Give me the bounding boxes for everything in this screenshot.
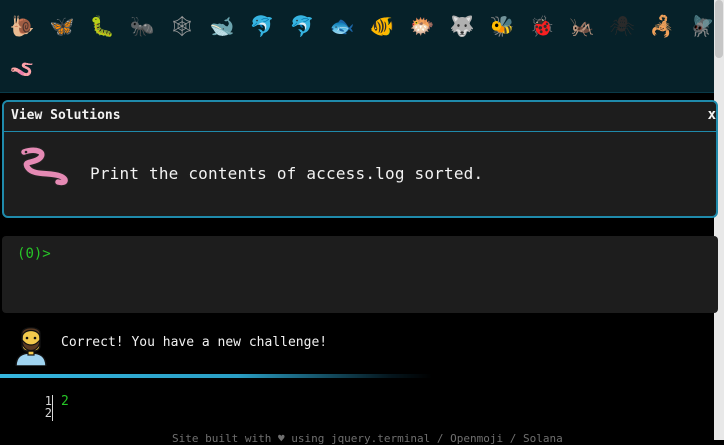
- spiderweb-icon[interactable]: 🕸: [164, 10, 200, 42]
- ladybug-icon[interactable]: 🐞: [524, 10, 560, 42]
- caterpillar-icon[interactable]: 🐛: [84, 10, 120, 42]
- tropical-fish-icon[interactable]: 🐠: [364, 10, 400, 42]
- vertical-scrollbar[interactable]: [714, 0, 724, 440]
- worm-icon: [20, 146, 69, 186]
- cricket-icon[interactable]: 🦗: [564, 10, 600, 42]
- blowfish-icon[interactable]: 🐡: [404, 10, 440, 42]
- solved-count: 0: [25, 246, 34, 262]
- bearded-man-icon: [15, 327, 47, 366]
- wolf-icon[interactable]: 🐺: [444, 10, 480, 42]
- scorpion-icon[interactable]: 🦂: [644, 10, 680, 42]
- site-footer: Site built with ♥ using jquery.terminal …: [172, 432, 563, 445]
- spider-icon[interactable]: 🕷: [604, 10, 640, 42]
- worm-icon[interactable]: 🪱: [4, 53, 40, 85]
- scrollbar-thumb[interactable]: [715, 0, 723, 58]
- editor-gutter-divider: [52, 395, 53, 421]
- terminal-prompt: (0)>: [17, 246, 51, 262]
- feedback-message: Correct! You have a new challenge!: [61, 335, 328, 350]
- close-button[interactable]: x: [708, 107, 716, 123]
- code-line: 2: [61, 394, 69, 409]
- prompt-close: )>: [33, 246, 51, 262]
- challenge-icon-strip: 🐌 🦋 🐛 🐜 🕸 🐋 🐬 🐬 🐟 🐠 🐡 🐺 🐝 🐞 🦗 🕷 🦂 🪰 🪱: [0, 0, 716, 93]
- snail-icon[interactable]: 🐌: [4, 10, 40, 42]
- dolphin-grey-icon[interactable]: 🐬: [284, 10, 320, 42]
- line-number: 2: [44, 406, 52, 420]
- fish-icon[interactable]: 🐟: [324, 10, 360, 42]
- whale-icon[interactable]: 🐋: [204, 10, 240, 42]
- view-solutions-dialog: View Solutions x Print the contents of a…: [2, 100, 718, 218]
- progress-separator: [0, 374, 432, 378]
- bee-icon[interactable]: 🐝: [484, 10, 520, 42]
- butterfly-icon[interactable]: 🦋: [44, 10, 80, 42]
- terminal-input-area[interactable]: (0)>: [2, 236, 718, 313]
- dialog-title: View Solutions: [11, 108, 121, 123]
- dolphin-icon[interactable]: 🐬: [244, 10, 280, 42]
- dialog-header: View Solutions x: [4, 102, 716, 132]
- editor-code[interactable]: 2: [61, 394, 69, 409]
- ant-icon[interactable]: 🐜: [124, 10, 160, 42]
- challenge-description: Print the contents of access.log sorted.: [90, 164, 484, 183]
